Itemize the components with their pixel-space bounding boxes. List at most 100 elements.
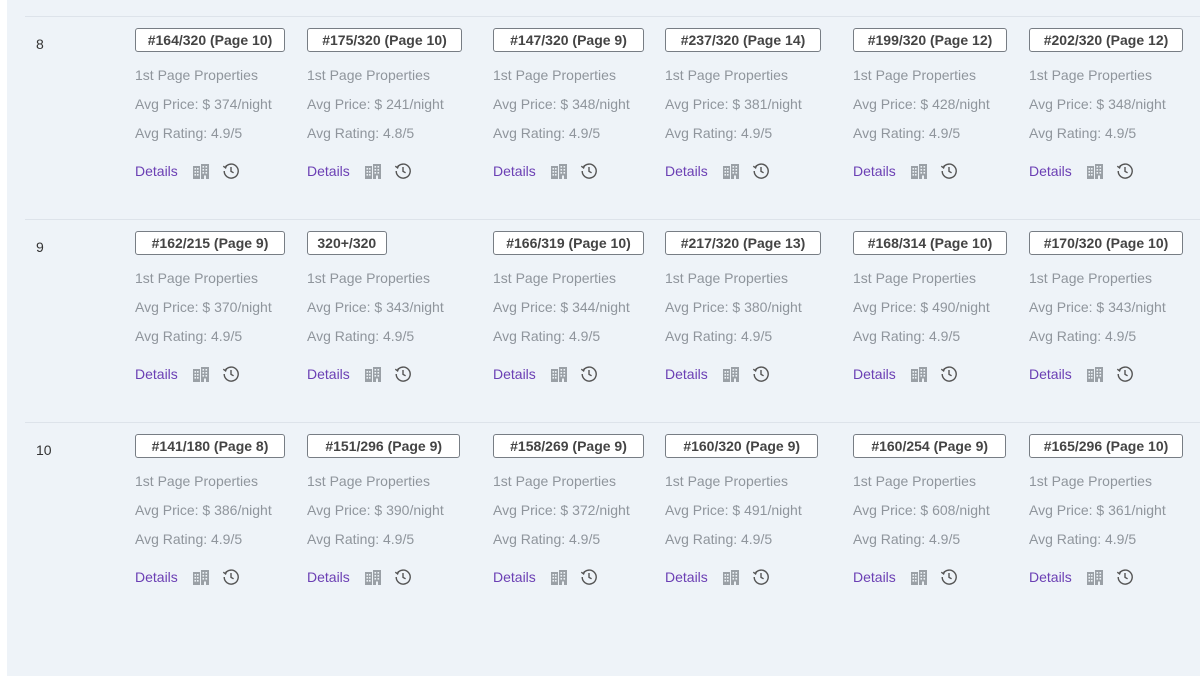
building-icon[interactable]: [550, 366, 568, 382]
avg-rating-text: Avg Rating: 4.9/5: [307, 531, 415, 547]
building-icon[interactable]: [364, 569, 382, 585]
details-link[interactable]: Details: [307, 569, 350, 585]
cell-actions: Details: [1029, 161, 1183, 181]
building-icon[interactable]: [722, 163, 740, 179]
cell-actions: Details: [307, 567, 462, 587]
rank-badge: #199/320 (Page 12): [853, 28, 1007, 52]
history-clock-icon[interactable]: [580, 568, 598, 586]
history-clock-icon[interactable]: [222, 568, 240, 586]
details-link[interactable]: Details: [853, 366, 896, 382]
building-icon[interactable]: [364, 366, 382, 382]
building-icon[interactable]: [550, 569, 568, 585]
history-clock-icon[interactable]: [1116, 162, 1134, 180]
cell-actions: Details: [307, 161, 462, 181]
details-link[interactable]: Details: [307, 366, 350, 382]
building-icon[interactable]: [1086, 569, 1104, 585]
building-icon[interactable]: [192, 569, 210, 585]
ranking-cell: #147/320 (Page 9) 1st Page Properties Avg …: [493, 28, 644, 181]
first-page-properties-label: 1st Page Properties: [307, 270, 430, 286]
history-clock-icon[interactable]: [940, 365, 958, 383]
history-clock-icon[interactable]: [580, 162, 598, 180]
building-icon[interactable]: [1086, 163, 1104, 179]
avg-rating-text: Avg Rating: 4.9/5: [493, 125, 601, 141]
avg-price-text: Avg Price: $ 361/night: [1029, 502, 1166, 518]
first-page-properties-label: 1st Page Properties: [493, 473, 616, 489]
history-clock-icon[interactable]: [394, 365, 412, 383]
avg-rating-text: Avg Rating: 4.9/5: [853, 328, 961, 344]
avg-rating-text: Avg Rating: 4.9/5: [493, 531, 601, 547]
ranking-cell: #160/254 (Page 9) 1st Page Properties Avg …: [853, 434, 1007, 587]
ranking-cell: #151/296 (Page 9) 1st Page Properties Avg …: [307, 434, 462, 587]
details-link[interactable]: Details: [665, 163, 708, 179]
building-icon[interactable]: [550, 163, 568, 179]
details-link[interactable]: Details: [135, 569, 178, 585]
building-icon[interactable]: [910, 366, 928, 382]
rank-badge: 320+/320: [307, 231, 387, 255]
details-link[interactable]: Details: [1029, 366, 1072, 382]
cell-actions: Details: [135, 567, 285, 587]
details-link[interactable]: Details: [853, 163, 896, 179]
building-icon[interactable]: [910, 163, 928, 179]
ranking-cell: #141/180 (Page 8) 1st Page Properties Avg …: [135, 434, 285, 587]
ranking-cell: #162/215 (Page 9) 1st Page Properties Avg …: [135, 231, 285, 384]
avg-rating-text: Avg Rating: 4.9/5: [665, 531, 773, 547]
details-link[interactable]: Details: [665, 366, 708, 382]
avg-price-text: Avg Price: $ 372/night: [493, 502, 630, 518]
rank-badge: #202/320 (Page 12): [1029, 28, 1183, 52]
rank-badge: #160/254 (Page 9): [853, 434, 1007, 458]
first-page-properties-label: 1st Page Properties: [135, 67, 258, 83]
avg-price-text: Avg Price: $ 370/night: [135, 299, 272, 315]
ranking-cell: #237/320 (Page 14) 1st Page Properties Avg…: [665, 28, 821, 181]
details-link[interactable]: Details: [665, 569, 708, 585]
row-divider: [25, 16, 1200, 17]
details-link[interactable]: Details: [1029, 163, 1072, 179]
details-link[interactable]: Details: [307, 163, 350, 179]
rank-badge: #158/269 (Page 9): [493, 434, 644, 458]
details-link[interactable]: Details: [135, 366, 178, 382]
building-icon[interactable]: [1086, 366, 1104, 382]
history-clock-icon[interactable]: [1116, 568, 1134, 586]
building-icon[interactable]: [364, 163, 382, 179]
ranking-cell: #217/320 (Page 13) 1st Page Properties Avg…: [665, 231, 821, 384]
avg-price-text: Avg Price: $ 348/night: [1029, 96, 1166, 112]
history-clock-icon[interactable]: [580, 365, 598, 383]
row-number: 8: [36, 36, 44, 52]
avg-rating-text: Avg Rating: 4.9/5: [135, 328, 243, 344]
details-link[interactable]: Details: [493, 569, 536, 585]
details-link[interactable]: Details: [493, 163, 536, 179]
first-page-properties-label: 1st Page Properties: [665, 270, 788, 286]
history-clock-icon[interactable]: [752, 568, 770, 586]
ranking-cell: #158/269 (Page 9) 1st Page Properties Avg …: [493, 434, 644, 587]
avg-rating-text: Avg Rating: 4.9/5: [135, 531, 243, 547]
history-clock-icon[interactable]: [940, 568, 958, 586]
ranking-cell: #199/320 (Page 12) 1st Page Properties Avg…: [853, 28, 1007, 181]
history-clock-icon[interactable]: [394, 162, 412, 180]
first-page-properties-label: 1st Page Properties: [493, 270, 616, 286]
building-icon[interactable]: [910, 569, 928, 585]
history-clock-icon[interactable]: [222, 162, 240, 180]
avg-price-text: Avg Price: $ 343/night: [307, 299, 444, 315]
cell-actions: Details: [853, 567, 1007, 587]
details-link[interactable]: Details: [853, 569, 896, 585]
building-icon[interactable]: [192, 366, 210, 382]
first-page-properties-label: 1st Page Properties: [853, 270, 976, 286]
history-clock-icon[interactable]: [222, 365, 240, 383]
avg-price-text: Avg Price: $ 374/night: [135, 96, 272, 112]
avg-price-text: Avg Price: $ 386/night: [135, 502, 272, 518]
details-link[interactable]: Details: [135, 163, 178, 179]
details-link[interactable]: Details: [493, 366, 536, 382]
cell-actions: Details: [493, 364, 644, 384]
building-icon[interactable]: [722, 366, 740, 382]
details-link[interactable]: Details: [1029, 569, 1072, 585]
history-clock-icon[interactable]: [1116, 365, 1134, 383]
avg-rating-text: Avg Rating: 4.9/5: [135, 125, 243, 141]
avg-rating-text: Avg Rating: 4.9/5: [1029, 328, 1137, 344]
building-icon[interactable]: [722, 569, 740, 585]
history-clock-icon[interactable]: [752, 162, 770, 180]
building-icon[interactable]: [192, 163, 210, 179]
history-clock-icon[interactable]: [394, 568, 412, 586]
history-clock-icon[interactable]: [940, 162, 958, 180]
history-clock-icon[interactable]: [752, 365, 770, 383]
avg-price-text: Avg Price: $ 380/night: [665, 299, 802, 315]
rank-badge: #147/320 (Page 9): [493, 28, 644, 52]
